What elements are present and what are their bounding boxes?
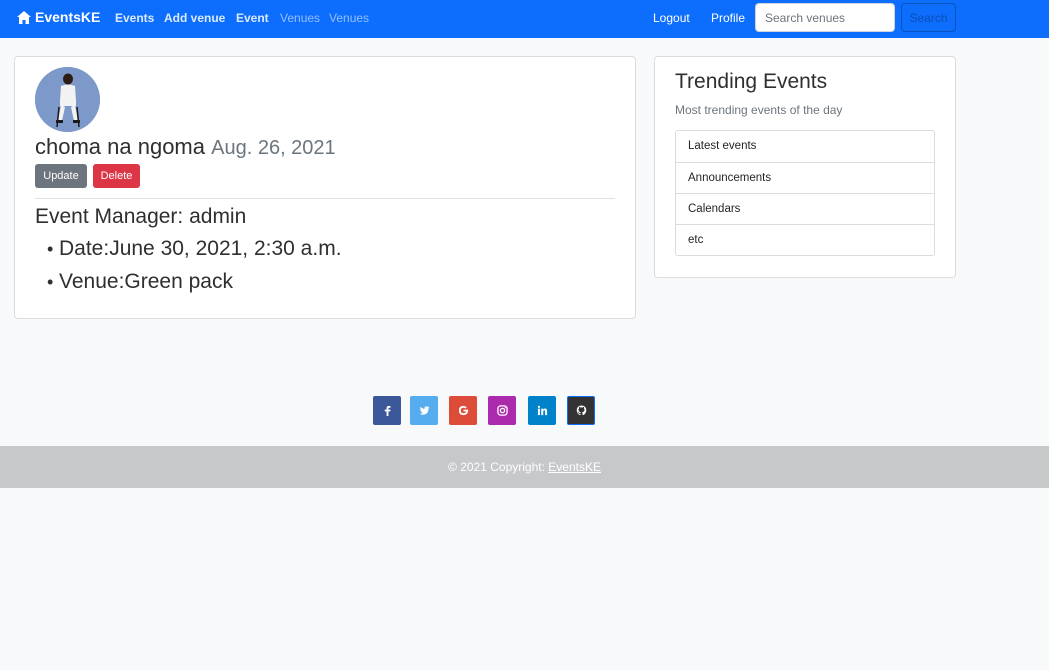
logout-link[interactable]: Logout [653,11,690,25]
trending-title: Trending Events [675,70,828,93]
trending-subtitle: Most trending events of the day [675,103,843,117]
event-details-list: • Date:June 30, 2021, 2:30 a.m. • Venue:Gr… [47,237,342,303]
github-button[interactable] [567,396,595,425]
event-date-text: Date:June 30, 2021, 2:30 a.m. [59,237,342,260]
event-manager: Event Manager: admin [35,205,247,228]
profile-link[interactable]: Profile [711,11,745,25]
nav-add-venue[interactable]: Add venue [164,11,225,25]
search-input[interactable] [755,3,895,32]
trending-item-latest-events[interactable]: Latest events [676,131,934,162]
search-button[interactable]: Search [901,3,956,32]
delete-button[interactable]: Delete [93,164,140,188]
event-title: choma na ngoma Aug. 26, 2021 [35,134,336,160]
person-photo-icon [35,67,100,132]
event-venue-item: • Venue:Green pack [47,270,233,293]
google-icon [458,405,468,416]
event-card: choma na ngoma Aug. 26, 2021 Update Dele… [14,56,636,319]
nav-event[interactable]: Event [236,11,269,25]
copyright-link[interactable]: EventsKE [548,460,601,474]
google-button[interactable] [449,396,477,425]
linkedin-icon [537,405,547,416]
home-icon [17,10,31,24]
instagram-icon [496,405,508,416]
update-button[interactable]: Update [35,164,87,188]
nav-venues-2[interactable]: Venues [329,11,369,25]
trending-item-announcements[interactable]: Announcements [676,162,934,193]
brand-link[interactable]: EventsKE [17,9,100,25]
trending-card: Trending Events Most trending events of … [654,56,956,278]
event-date-item: • Date:June 30, 2021, 2:30 a.m. [47,237,342,260]
copyright-text: © 2021 Copyright: [448,460,549,474]
linkedin-button[interactable] [528,396,556,425]
trending-item-calendars[interactable]: Calendars [676,193,934,224]
trending-item-etc[interactable]: etc [676,224,934,255]
brand-name: EventsKE [35,9,101,25]
divider [35,198,615,199]
nav-events[interactable]: Events [115,11,154,25]
github-icon [576,405,586,416]
facebook-button[interactable] [373,396,401,425]
instagram-button[interactable] [488,396,516,425]
event-name: choma na ngoma [35,134,205,159]
trending-list: Latest events Announcements Calendars et… [675,130,935,256]
event-venue-text: Venue:Green pack [59,270,233,293]
nav-venues-1[interactable]: Venues [280,11,320,25]
facebook-icon [384,405,391,416]
avatar [35,67,100,132]
twitter-icon [418,406,430,415]
copyright-bar: © 2021 Copyright: EventsKE [0,446,1049,488]
twitter-button[interactable] [410,396,438,425]
event-posted-date: Aug. 26, 2021 [211,137,336,159]
navbar: EventsKE Events Add venue Event Venues V… [0,0,1049,38]
